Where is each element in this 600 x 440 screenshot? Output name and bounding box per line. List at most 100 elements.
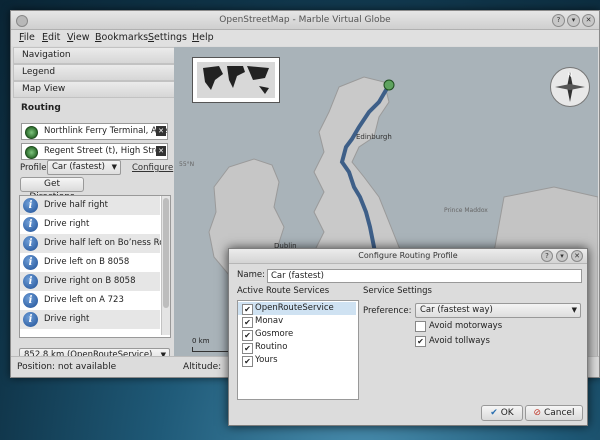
checkbox-checked-icon[interactable]: ✔ (242, 317, 253, 328)
profile-label: Profile (20, 163, 47, 173)
menu-file[interactable]: File (19, 30, 35, 46)
preference-select[interactable]: Car (fastest way) ▼ (415, 303, 581, 318)
list-item[interactable]: i Drive right (20, 215, 160, 234)
compass-icon[interactable]: N (550, 67, 590, 107)
checkbox-checked-icon[interactable]: ✔ (242, 356, 253, 367)
configure-link[interactable]: Configure (132, 163, 173, 173)
close-icon[interactable]: ✕ (571, 250, 583, 262)
app-icon[interactable] (16, 15, 28, 27)
map-label: 55°N (179, 161, 195, 168)
direction-text: Drive half right (44, 200, 108, 210)
service-settings-label: Service Settings (363, 286, 432, 296)
service-label: OpenRouteService (255, 303, 334, 313)
help-icon[interactable]: ? (541, 250, 553, 262)
scale-label: 0 km (192, 337, 210, 345)
route-start-marker-icon[interactable] (383, 79, 395, 91)
window-titlebar[interactable]: OpenStreetMap - Marble Virtual Globe ? ▾… (11, 11, 599, 30)
checkbox-checked-icon[interactable]: ✔ (242, 343, 253, 354)
directions-list: i Drive half right i Drive right i Drive… (19, 195, 171, 338)
dialog-titlebar[interactable]: Configure Routing Profile ? ▾ ✕ (229, 249, 587, 264)
list-item[interactable]: i Drive half right (20, 196, 160, 215)
direction-text: Drive right on B 8058 (44, 276, 136, 286)
configure-routing-dialog: Configure Routing Profile ? ▾ ✕ Name: Ca… (228, 248, 588, 426)
list-item[interactable]: ✔ Gosmore (238, 328, 356, 341)
direction-text: Drive right (44, 314, 90, 324)
svg-text:N: N (568, 72, 573, 79)
preference-value: Car (fastest way) (420, 305, 493, 315)
scrollbar-thumb[interactable] (163, 198, 169, 308)
route-end-marker-icon[interactable] (25, 146, 38, 159)
section-legend[interactable]: Legend (13, 64, 178, 81)
list-item[interactable]: i Drive left on A 723 (20, 291, 160, 310)
get-directions-button[interactable]: Get Directions (20, 177, 84, 202)
section-routing[interactable]: Routing (13, 101, 176, 116)
service-label: Yours (255, 355, 278, 365)
profile-name-input[interactable]: Car (fastest) (267, 269, 582, 283)
direction-text: Drive half left on Bo’ness Ro (44, 238, 165, 248)
sidebar-panel: Navigation Legend Map View Routing North… (11, 47, 178, 363)
info-icon: i (23, 217, 38, 232)
maximize-icon[interactable]: ▾ (567, 14, 580, 27)
maximize-icon[interactable]: ▾ (556, 250, 568, 262)
service-label: Monav (255, 316, 284, 326)
section-navigation[interactable]: Navigation (13, 47, 178, 64)
preference-label: Preference: (363, 306, 412, 316)
close-icon[interactable]: ✕ (582, 14, 595, 27)
map-label: Edinburgh (356, 133, 392, 141)
list-item[interactable]: i Drive half left on Bo’ness Ro (20, 234, 164, 253)
profile-select[interactable]: Car (fastest) ▼ (47, 160, 121, 175)
service-label: Routino (255, 342, 288, 352)
cancel-icon: ⊘ (533, 408, 542, 418)
chevron-down-icon: ▼ (571, 306, 577, 314)
active-services-label: Active Route Services (237, 286, 330, 296)
status-altitude: Altitude: (183, 362, 222, 372)
map-label: Prince Maddox (444, 207, 488, 214)
route-to-text: Regent Street (t), High Stree (44, 146, 166, 156)
info-icon: i (23, 198, 38, 213)
name-label: Name: (237, 270, 265, 280)
list-item[interactable]: ✔ Yours (238, 354, 356, 367)
window-title: OpenStreetMap - Marble Virtual Globe (219, 15, 391, 25)
ok-button[interactable]: ✔ OK (481, 405, 523, 421)
menu-help[interactable]: Help (192, 30, 214, 46)
world-overview-map[interactable] (192, 57, 280, 103)
minimize-icon[interactable]: ? (552, 14, 565, 27)
avoid-motorways-label: Avoid motorways (429, 321, 503, 331)
menu-edit[interactable]: Edit (42, 30, 60, 46)
section-map-view[interactable]: Map View (13, 81, 178, 98)
menu-view[interactable]: View (67, 30, 90, 46)
clear-text-icon[interactable]: ✕ (156, 146, 166, 156)
menu-settings[interactable]: Settings (148, 30, 187, 46)
chevron-down-icon: ▼ (111, 163, 117, 171)
checkbox-checked-icon[interactable]: ✔ (415, 336, 426, 347)
list-item[interactable]: ✔ Monav (238, 315, 356, 328)
list-item[interactable]: i Drive right (20, 310, 160, 329)
list-item[interactable]: ✔ Routino (238, 341, 356, 354)
clear-text-icon[interactable]: ✕ (156, 126, 166, 136)
checkbox-unchecked-icon[interactable] (415, 321, 426, 332)
list-item[interactable]: i Drive left on B 8058 (20, 253, 160, 272)
checkbox-checked-icon[interactable]: ✔ (242, 304, 253, 315)
route-services-list: ✔ OpenRouteService ✔ Monav ✔ Gosmore ✔ R… (237, 300, 359, 400)
checkbox-checked-icon[interactable]: ✔ (242, 330, 253, 341)
check-icon: ✔ (490, 408, 498, 418)
route-from-text: Northlink Ferry Terminal, Aber (44, 126, 168, 136)
cancel-label: Cancel (543, 408, 575, 418)
cancel-button[interactable]: ⊘ Cancel (525, 405, 583, 421)
route-to-field[interactable]: Regent Street (t), High Stree ✕ (21, 143, 168, 160)
route-start-marker-icon[interactable] (25, 126, 38, 139)
menubar: File Edit View Bookmarks Settings Help (11, 30, 599, 46)
directions-scrollbar[interactable] (161, 196, 170, 335)
info-icon: i (23, 255, 38, 270)
dialog-title: Configure Routing Profile (358, 251, 458, 260)
info-icon: i (23, 274, 38, 289)
service-label: Gosmore (255, 329, 294, 339)
info-icon: i (23, 312, 38, 327)
info-icon: i (23, 236, 38, 251)
route-from-field[interactable]: Northlink Ferry Terminal, Aber ✕ (21, 123, 168, 140)
info-icon: i (23, 293, 38, 308)
list-item[interactable]: i Drive right on B 8058 (20, 272, 160, 291)
status-position: Position: not available (17, 362, 117, 372)
list-item[interactable]: ✔ OpenRouteService (238, 302, 356, 315)
menu-bookmarks[interactable]: Bookmarks (95, 30, 148, 46)
